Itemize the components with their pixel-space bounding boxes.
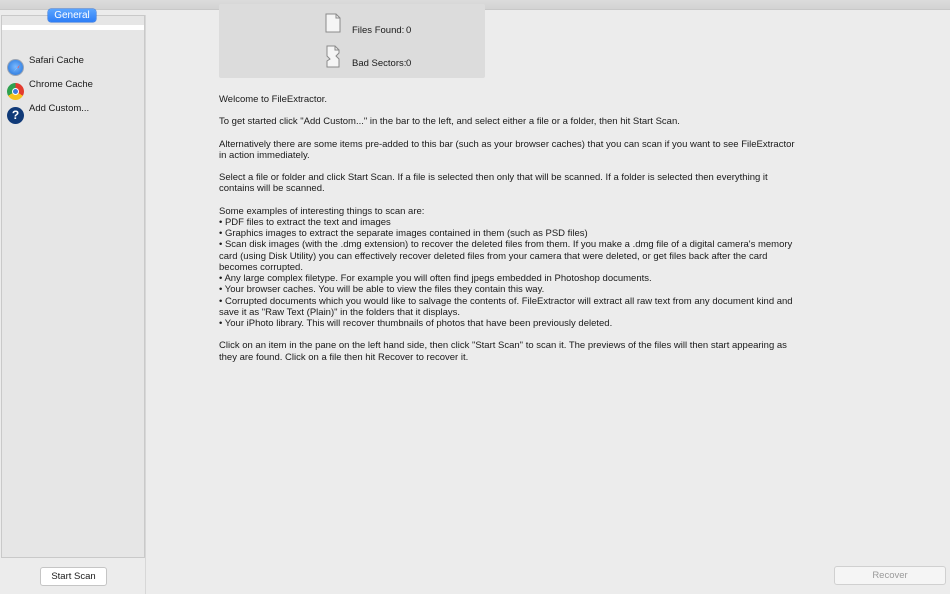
example-item: • Scan disk images (with the .dmg extens…: [219, 239, 793, 273]
alternatives-paragraph: Alternatively there are some items pre-a…: [219, 138, 795, 161]
start-scan-button[interactable]: Start Scan: [40, 567, 107, 586]
examples-section: Some examples of interesting things to s…: [219, 206, 799, 330]
sidebar-item-add-custom[interactable]: ? Add Custom...: [7, 103, 141, 125]
example-item: • Corrupted documents which you would li…: [219, 295, 793, 318]
example-item: • Your browser caches. You will be able …: [219, 284, 545, 296]
example-item: • PDF files to extract the text and imag…: [219, 216, 391, 228]
broken-document-icon: [323, 43, 343, 69]
example-item: • Your iPhoto library. This will recover…: [219, 318, 613, 329]
pane-divider[interactable]: [145, 15, 146, 594]
examples-list: • PDF files to extract the text and imag…: [219, 217, 799, 330]
sidebar-item-label: Chrome Cache: [29, 79, 93, 90]
sidebar-item-label: Add Custom...: [29, 103, 90, 114]
document-icon: [324, 12, 342, 34]
sidebar-item-label: Safari Cache: [29, 55, 84, 66]
welcome-text: Welcome to FileExtractor. To get started…: [219, 94, 799, 374]
files-found-label: Files Found:: [352, 25, 405, 36]
chrome-icon: [7, 83, 24, 100]
examples-intro: Some examples of interesting things to s…: [219, 205, 425, 217]
usage-paragraph: Click on an item in the pane on the left…: [219, 340, 787, 363]
example-item: • Graphics images to extract the separat…: [219, 228, 588, 239]
sidebar-header-strip: [2, 25, 144, 30]
instructions-paragraph: To get started click "Add Custom..." in …: [219, 116, 680, 128]
safari-icon: [7, 59, 24, 76]
files-found-value: 0: [406, 25, 412, 36]
scan-behavior-paragraph: Select a file or folder and click Start …: [219, 172, 768, 195]
sidebar-item-safari-cache[interactable]: Safari Cache: [7, 55, 141, 77]
bad-sectors-label: Bad Sectors:: [352, 58, 407, 69]
sidebar-item-chrome-cache[interactable]: Chrome Cache: [7, 79, 141, 101]
bad-sectors-value: 0: [406, 58, 412, 69]
welcome-paragraph: Welcome to FileExtractor.: [219, 94, 328, 105]
recover-button[interactable]: Recover: [834, 566, 946, 585]
example-item: • Any large complex filetype. For exampl…: [219, 273, 652, 284]
tab-general[interactable]: General: [48, 9, 96, 22]
question-mark-icon: ?: [7, 107, 24, 124]
